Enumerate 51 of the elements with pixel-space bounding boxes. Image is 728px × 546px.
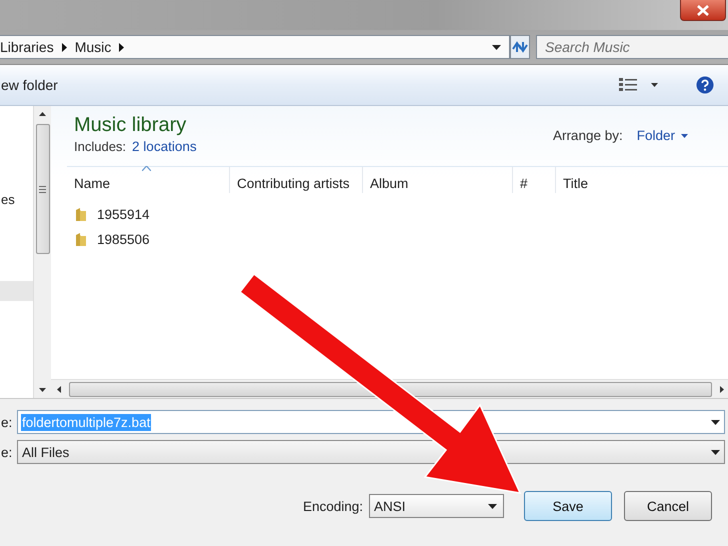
scrollbar-thumb[interactable] [69, 382, 712, 396]
help-icon[interactable] [696, 76, 714, 94]
caret-icon [681, 134, 688, 138]
column-header[interactable]: Title [555, 167, 695, 193]
navigation-item[interactable]: es [1, 192, 33, 207]
caret-icon[interactable] [651, 83, 658, 87]
chevron-right-icon[interactable] [119, 42, 124, 52]
folder-icon [75, 207, 87, 222]
arrange-by-label: Arrange by: [552, 128, 623, 143]
address-bar[interactable]: Libraries Music [0, 35, 510, 59]
dropdown-arrow-icon[interactable] [492, 44, 501, 50]
dropdown-arrow-icon[interactable] [711, 420, 720, 424]
close-button[interactable] [680, 0, 726, 21]
chevron-right-icon[interactable] [62, 42, 67, 52]
save-button[interactable]: Save [524, 491, 612, 521]
file-name-label: e: [1, 414, 14, 430]
encoding-label: Encoding: [302, 498, 363, 514]
view-list-icon[interactable] [619, 78, 637, 92]
new-folder-button[interactable]: ew folder [1, 77, 58, 93]
grip-icon [39, 186, 46, 192]
arrange-by-dropdown[interactable]: Folder [636, 128, 688, 143]
locations-link[interactable]: 2 locations [132, 139, 197, 154]
file-type-label: e: [1, 444, 14, 460]
horizontal-scrollbar[interactable] [51, 379, 728, 398]
library-title: Music library [74, 114, 188, 137]
column-header[interactable]: # [512, 167, 555, 193]
dropdown-arrow-icon[interactable] [488, 504, 497, 508]
encoding-dropdown[interactable]: ANSI [369, 494, 504, 518]
scroll-left-arrow-icon[interactable] [57, 386, 61, 392]
refresh-arrows-icon [511, 40, 529, 54]
column-header[interactable]: Album [362, 167, 512, 193]
dropdown-arrow-icon[interactable] [711, 450, 720, 454]
breadcrumb-item[interactable]: Libraries [0, 39, 54, 55]
folder-row[interactable]: 1955914 [51, 202, 728, 227]
scrollbar-thumb[interactable] [36, 124, 50, 254]
search-field[interactable]: Search Music [536, 35, 728, 59]
refresh-button[interactable] [510, 35, 530, 59]
file-type-dropdown[interactable]: All Files [17, 440, 725, 464]
close-icon [697, 4, 709, 16]
scroll-up-arrow-icon[interactable] [39, 112, 46, 116]
folder-icon [75, 232, 87, 247]
column-header[interactable]: Contributing artists [229, 167, 362, 193]
breadcrumb-item[interactable]: Music [74, 39, 112, 55]
scroll-down-arrow-icon[interactable] [39, 388, 46, 392]
column-header[interactable]: Name [67, 167, 229, 193]
scroll-right-arrow-icon[interactable] [720, 386, 724, 392]
includes-label: Includes: [74, 139, 126, 154]
folder-row[interactable]: 1985506 [51, 227, 728, 252]
navigation-pane-band [0, 281, 33, 301]
cancel-button[interactable]: Cancel [624, 491, 712, 521]
vertical-scrollbar[interactable] [33, 106, 51, 398]
